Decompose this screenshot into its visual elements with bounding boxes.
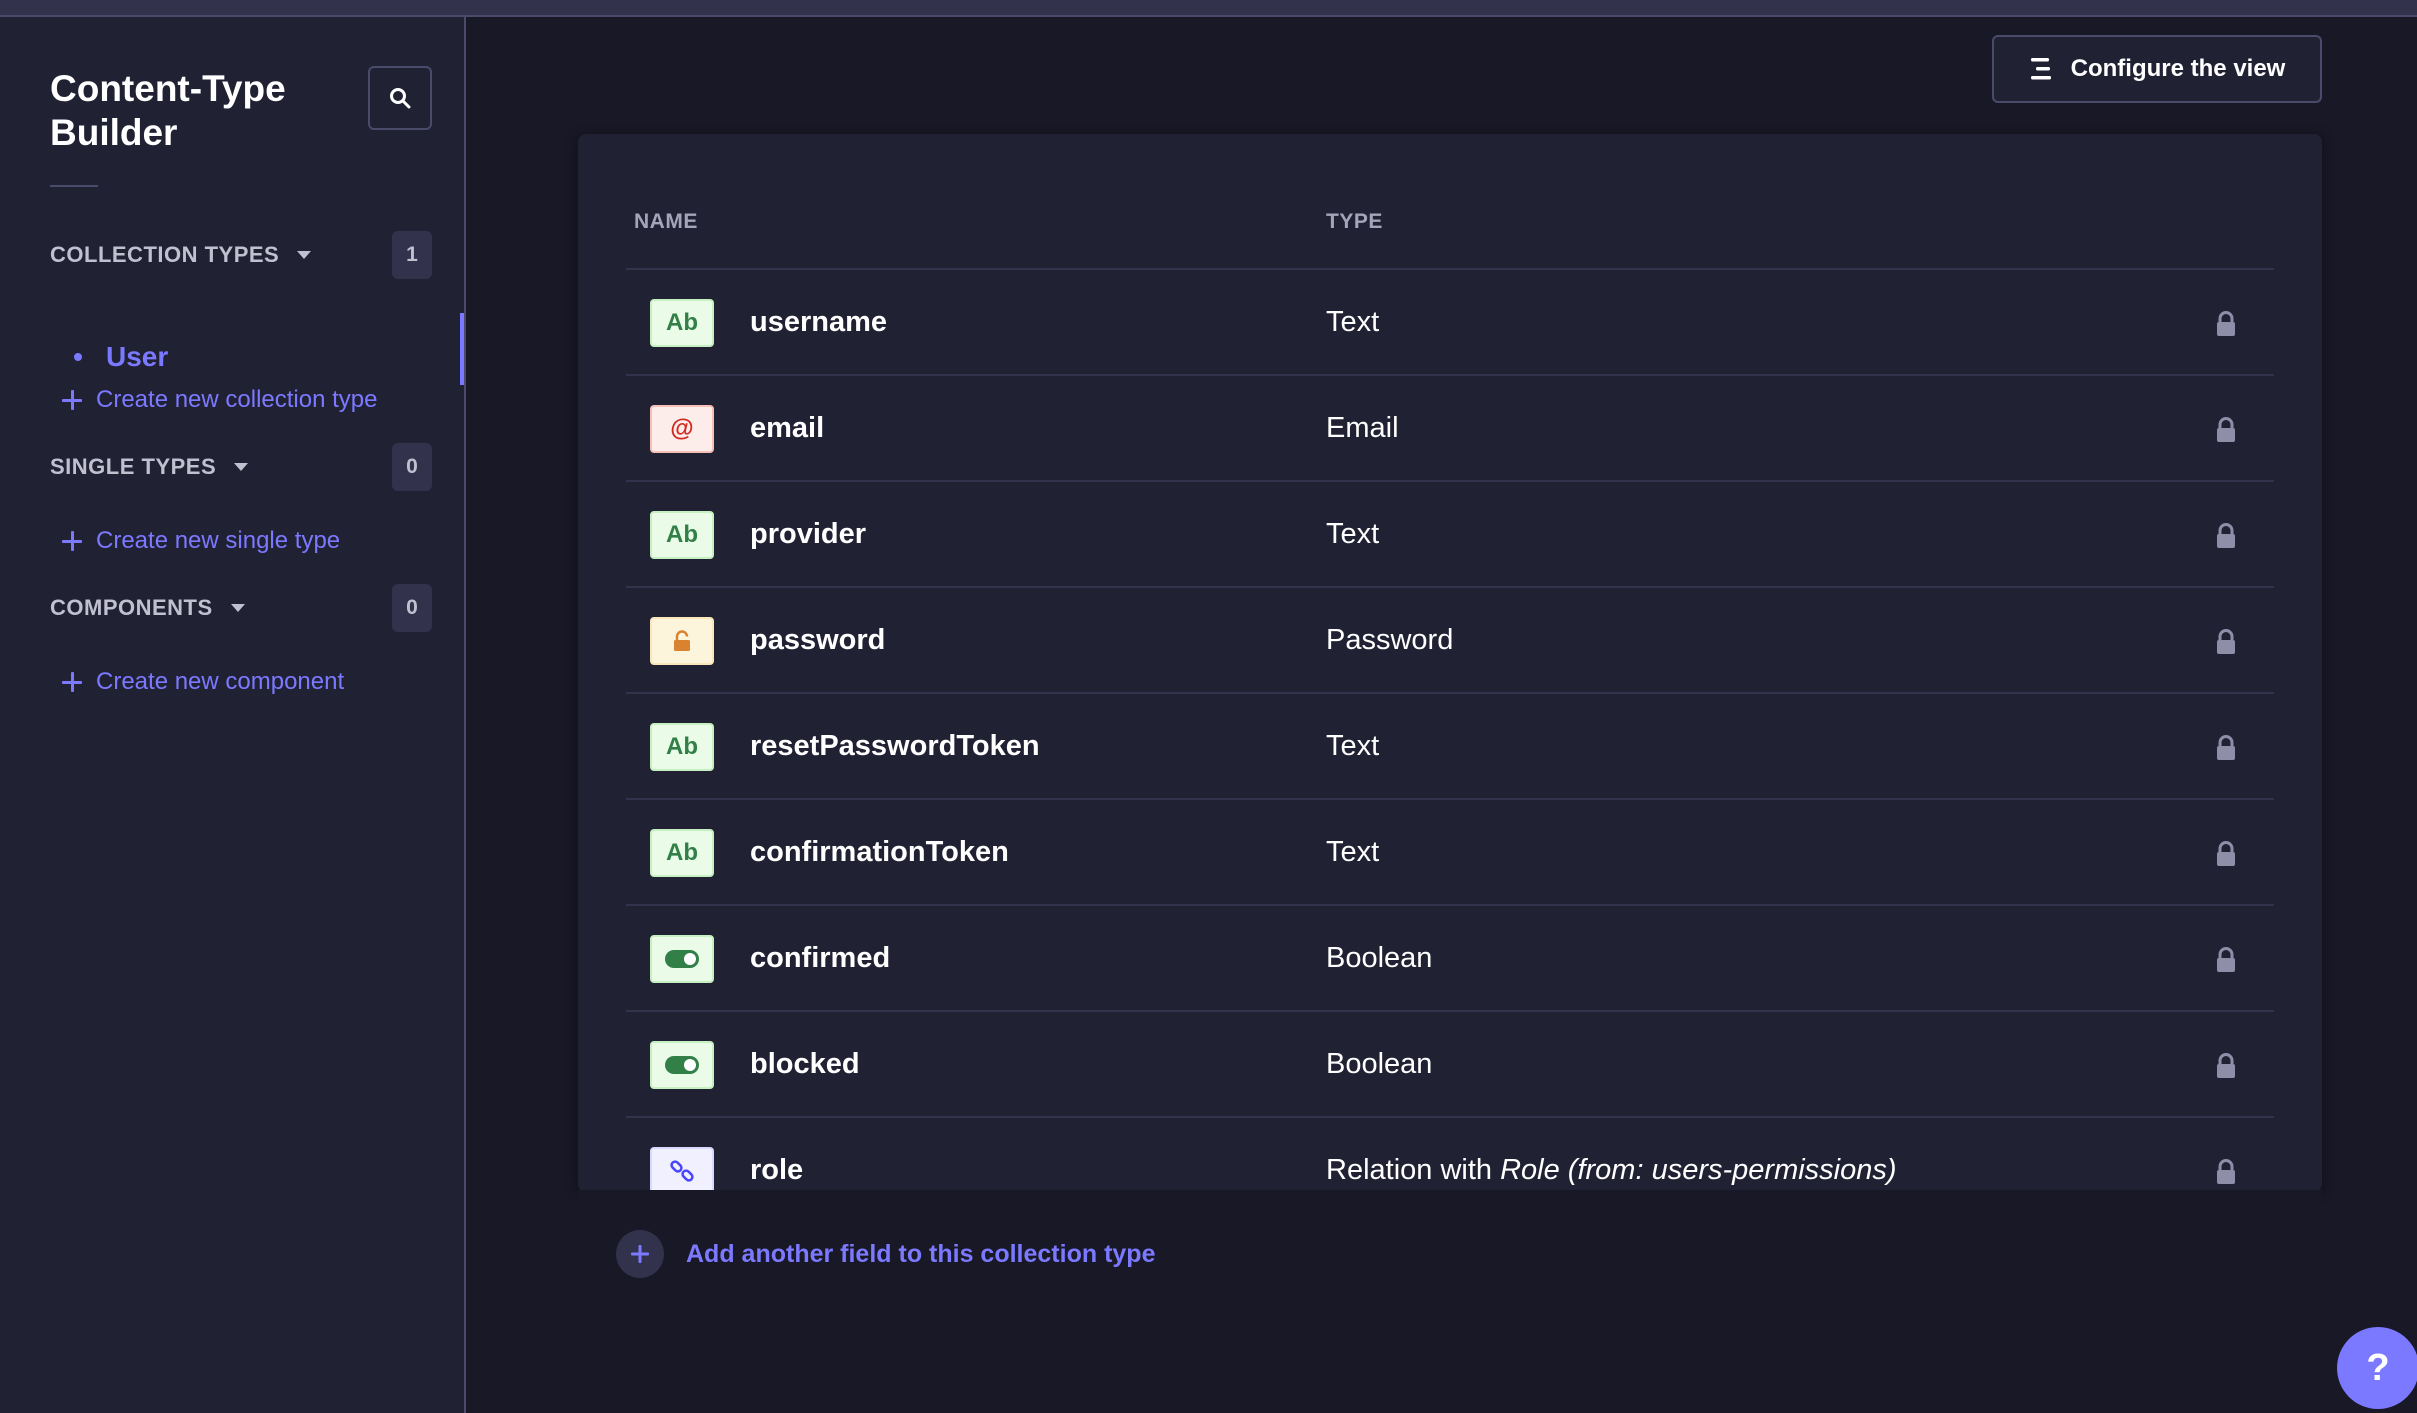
sidebar-item-user[interactable]: User <box>50 327 464 387</box>
create-collection-type-link[interactable]: Create new collection type <box>62 380 377 420</box>
add-field-label: Add another field to this collection typ… <box>686 1239 1156 1268</box>
plus-icon <box>62 531 82 551</box>
field-name: resetPasswordToken <box>750 729 1040 762</box>
create-component-label: Create new component <box>96 668 345 695</box>
help-button[interactable]: ? <box>2337 1327 2417 1409</box>
field-name: blocked <box>750 1047 860 1080</box>
lock-icon <box>2211 945 2241 975</box>
text-icon: Ab <box>650 299 714 347</box>
plus-icon <box>62 672 82 692</box>
field-name: confirmationToken <box>750 835 1009 868</box>
lock-icon <box>2211 309 2241 339</box>
chevron-down-icon <box>230 604 245 612</box>
chevron-down-icon <box>297 251 312 259</box>
table-row[interactable]: Ab username Text <box>626 270 2274 376</box>
configure-view-label: Configure the view <box>2070 55 2286 82</box>
text-icon: Ab <box>650 829 714 877</box>
field-type: Text <box>1326 517 1380 550</box>
lock-icon <box>2211 415 2241 445</box>
bullet-icon <box>74 353 82 361</box>
add-field-button[interactable]: Add another field to this collection typ… <box>616 1230 1155 1278</box>
relation-prefix: Relation with <box>1326 1153 1501 1186</box>
field-type: Text <box>1326 305 1380 338</box>
field-type: Email <box>1326 411 1399 444</box>
table-row[interactable]: Ab provider Text <box>626 482 2274 588</box>
field-type: Boolean <box>1326 941 1433 974</box>
collection-types-header[interactable]: COLLECTION TYPES 1 <box>50 231 432 279</box>
configure-view-button[interactable]: Configure the view <box>1992 35 2322 103</box>
table-row[interactable]: blocked Boolean <box>626 1012 2274 1118</box>
create-collection-type-label: Create new collection type <box>96 386 378 413</box>
field-name: confirmed <box>750 941 891 974</box>
relation-icon <box>650 1147 714 1195</box>
single-types-label: SINGLE TYPES <box>50 454 217 479</box>
search-icon <box>390 88 411 109</box>
active-indicator <box>460 313 464 385</box>
single-types-count: 0 <box>392 443 432 491</box>
table-header: NAME TYPE <box>626 174 2274 270</box>
field-name: password <box>750 623 886 656</box>
components-header[interactable]: COMPONENTS 0 <box>50 584 432 632</box>
field-name: email <box>750 411 825 444</box>
text-icon: Ab <box>650 723 714 771</box>
field-name: provider <box>750 517 867 550</box>
lock-icon <box>2211 733 2241 763</box>
collection-types-count: 1 <box>392 231 432 279</box>
text-icon: Ab <box>650 511 714 559</box>
sidebar-item-label: User <box>106 341 169 372</box>
chevron-down-icon <box>234 463 249 471</box>
table-row[interactable]: password Password <box>626 588 2274 694</box>
create-single-type-link[interactable]: Create new single type <box>62 521 340 561</box>
field-type: Password <box>1326 623 1454 656</box>
sidebar: Content-Type Builder COLLECTION TYPES 1 … <box>0 17 466 1413</box>
search-button[interactable] <box>368 66 432 130</box>
single-types-header[interactable]: SINGLE TYPES 0 <box>50 443 432 491</box>
table-row[interactable]: @ email Email <box>626 376 2274 482</box>
field-type: Text <box>1326 729 1380 762</box>
create-component-link[interactable]: Create new component <box>62 662 344 702</box>
fields-table: NAME TYPE Ab username Text @ email Email Ab pro… <box>578 134 2322 1318</box>
components-label: COMPONENTS <box>50 595 213 620</box>
lock-icon <box>2211 1157 2241 1187</box>
email-icon: @ <box>650 405 714 453</box>
table-row[interactable]: Ab confirmationToken Text <box>626 800 2274 906</box>
table-row[interactable]: Ab resetPasswordToken Text <box>626 694 2274 800</box>
create-single-type-label: Create new single type <box>96 527 341 554</box>
boolean-icon <box>650 935 714 983</box>
window-top-bar <box>0 0 2417 17</box>
plus-circle-icon <box>616 1230 664 1278</box>
field-type: Text <box>1326 835 1380 868</box>
field-type: Boolean <box>1326 1047 1433 1080</box>
sidebar-title: Content-Type Builder <box>50 68 286 153</box>
relation-source: (from: users-permissions) <box>1559 1153 1897 1186</box>
column-header-name: NAME <box>634 210 698 233</box>
relation-target: Role <box>1500 1153 1560 1186</box>
field-name: username <box>750 305 888 338</box>
components-count: 0 <box>392 584 432 632</box>
plus-icon <box>62 390 82 410</box>
password-icon <box>650 617 714 665</box>
collection-types-label: COLLECTION TYPES <box>50 242 280 267</box>
column-header-type: TYPE <box>1326 210 1383 233</box>
table-footer: Add another field to this collection typ… <box>578 1190 2322 1318</box>
table-row[interactable]: confirmed Boolean <box>626 906 2274 1012</box>
sidebar-divider <box>50 185 98 187</box>
boolean-icon <box>650 1041 714 1089</box>
lock-icon <box>2211 521 2241 551</box>
lock-icon <box>2211 839 2241 869</box>
lock-icon <box>2211 627 2241 657</box>
lock-icon <box>2211 1051 2241 1081</box>
list-settings-icon <box>2030 58 2051 80</box>
